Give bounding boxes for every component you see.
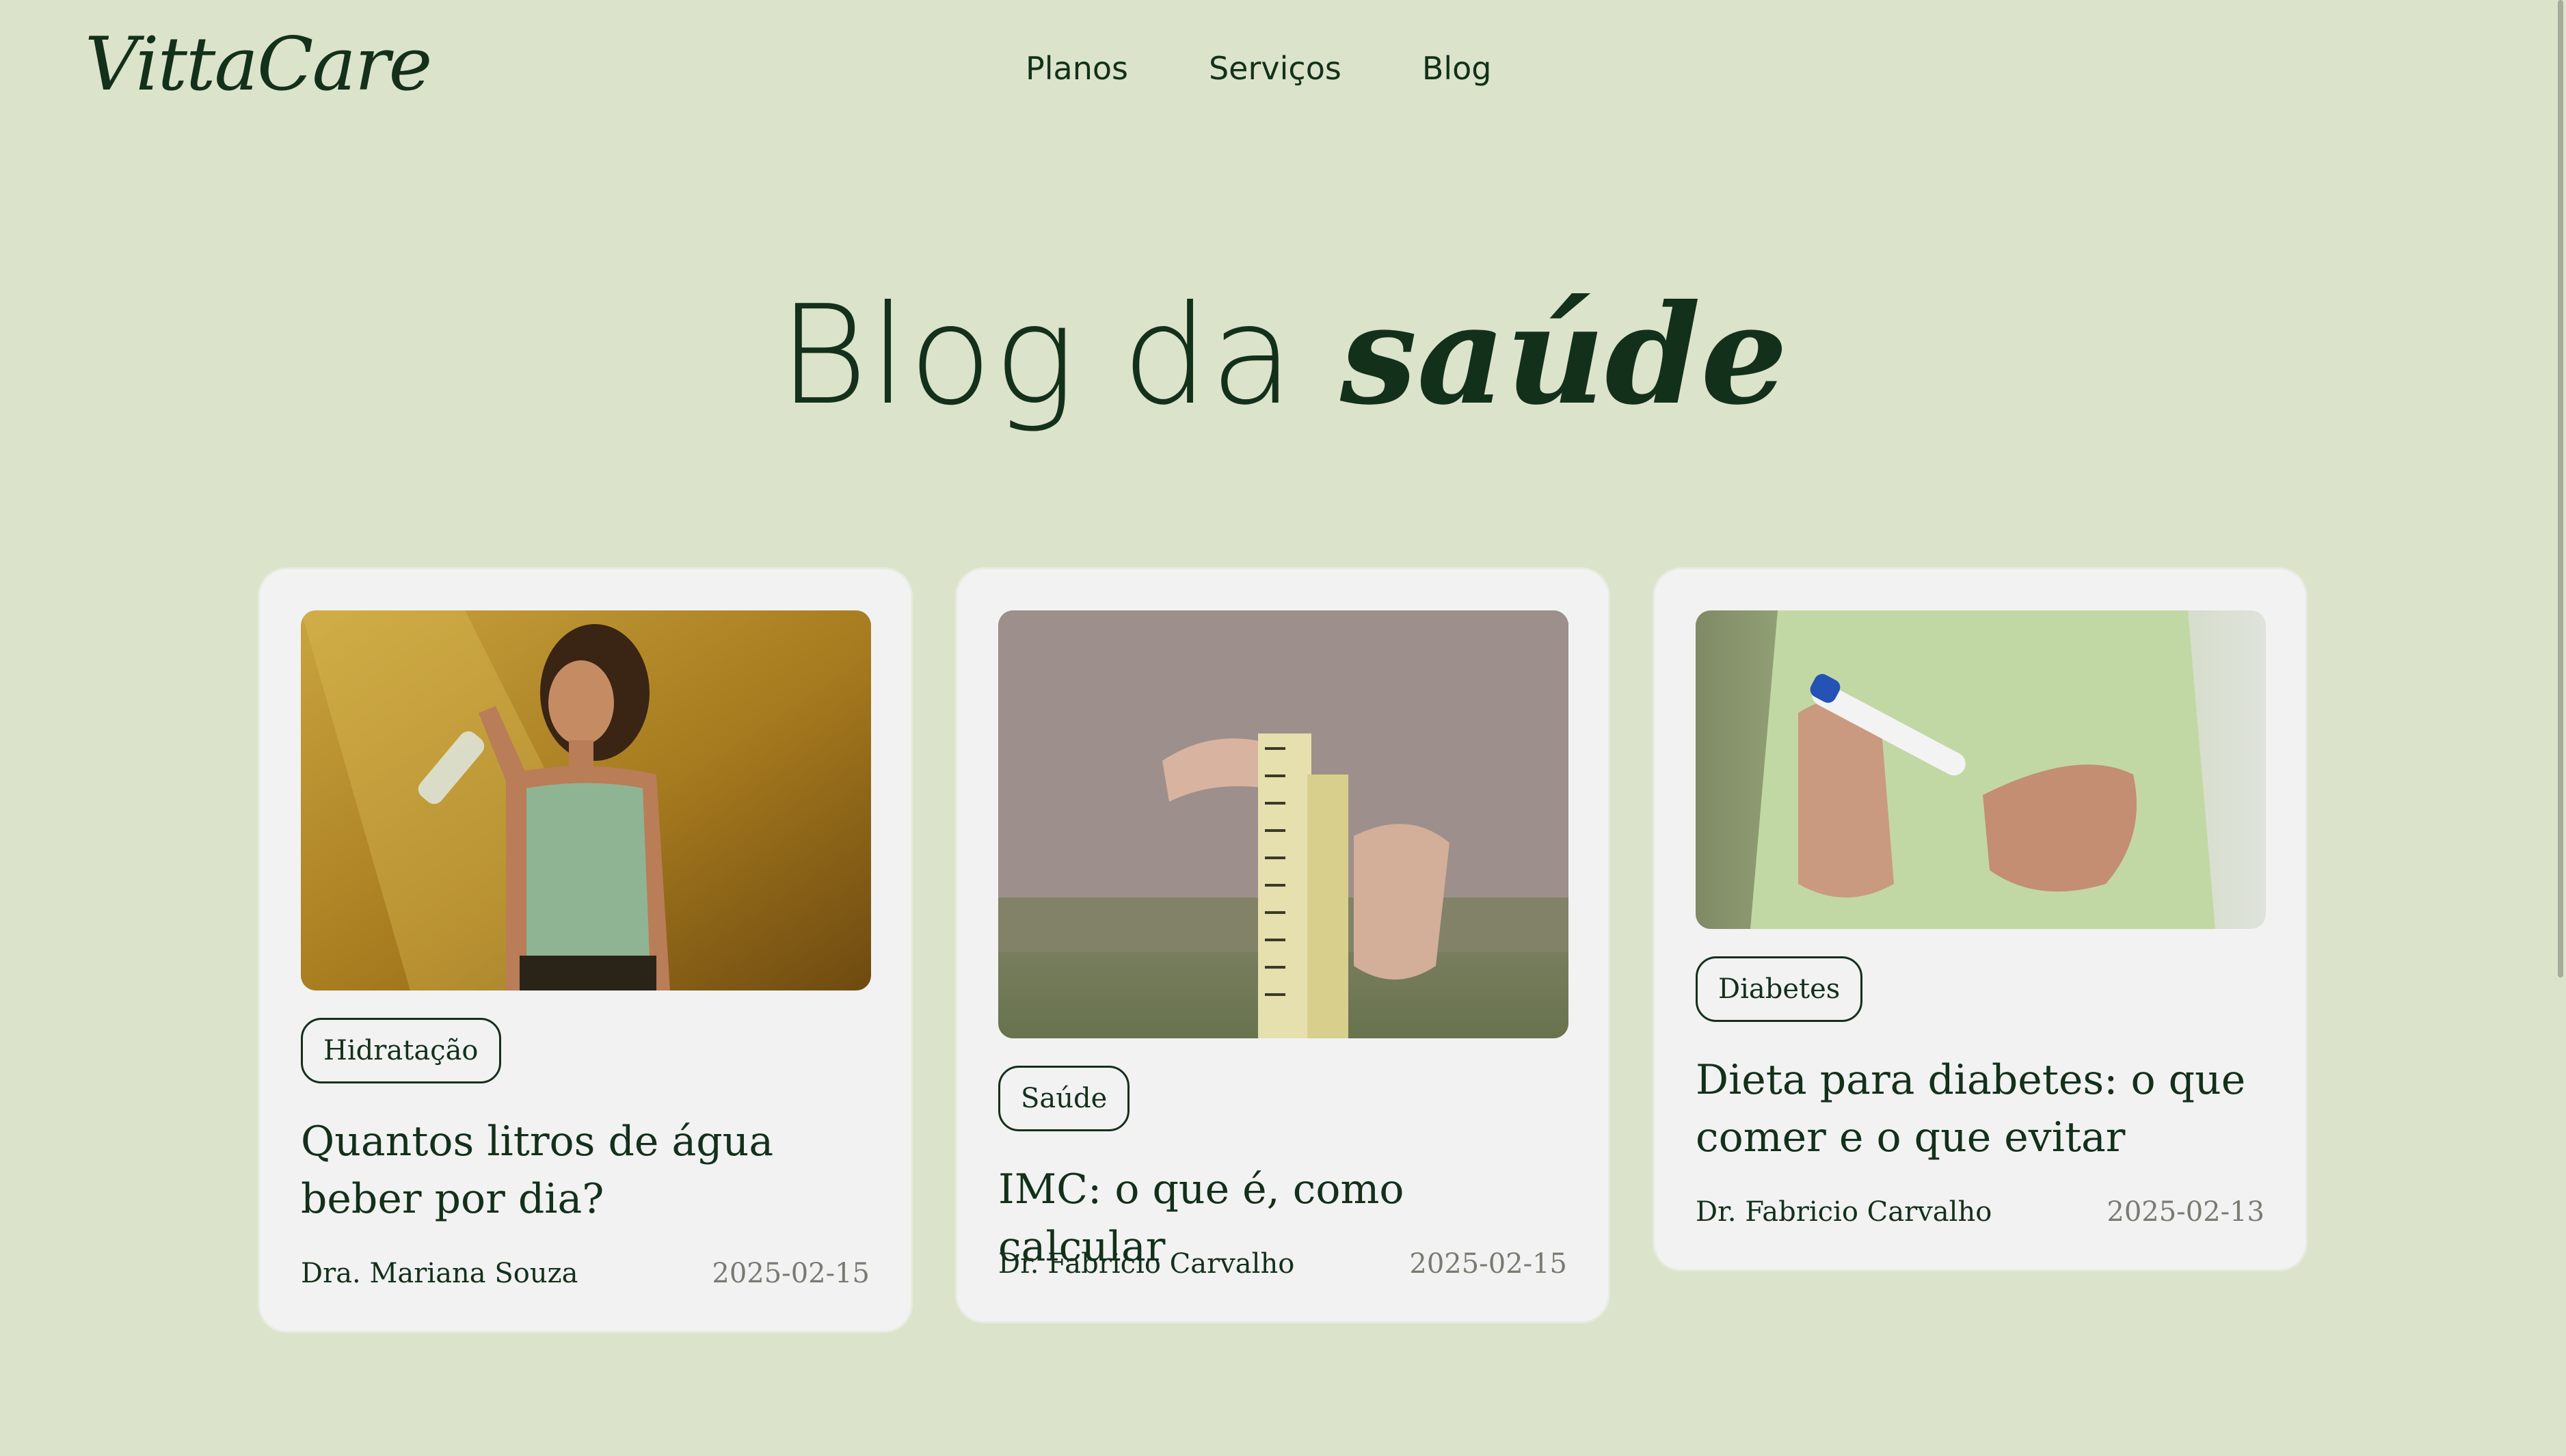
page-title-emphasis: saúde: [1339, 275, 1788, 435]
main-nav: Planos Serviços Blog: [1026, 41, 1552, 96]
post-title[interactable]: Quantos litros de água beber por dia?: [301, 1113, 861, 1228]
page-title: Blog da saúde: [0, 273, 2566, 438]
logo[interactable]: VittaCare: [85, 21, 432, 109]
post-author: Dr. Fabricio Carvalho: [998, 1248, 1295, 1280]
glucose-lancet-photo[interactable]: [1696, 610, 2266, 929]
post-tag[interactable]: Diabetes: [1696, 956, 1863, 1022]
nav-link-planos[interactable]: Planos: [1026, 50, 1128, 87]
post-author: Dra. Mariana Souza: [301, 1258, 578, 1289]
post-date: 2025-02-15: [712, 1258, 870, 1289]
measuring-tape-photo[interactable]: [998, 610, 1568, 1038]
post-title[interactable]: Dieta para diabetes: o que comer e o que…: [1696, 1051, 2256, 1166]
blog-post-card[interactable]: Diabetes Dieta para diabetes: o que come…: [1653, 567, 2308, 1271]
nav-link-servicos[interactable]: Serviços: [1209, 50, 1341, 87]
site-header: VittaCare Planos Serviços Blog: [0, 0, 2566, 137]
post-author: Dr. Fabricio Carvalho: [1696, 1196, 1992, 1228]
post-date: 2025-02-15: [1409, 1248, 1567, 1280]
woman-drinking-water-photo[interactable]: [301, 610, 871, 990]
post-tag[interactable]: Hidratação: [301, 1018, 501, 1083]
page-title-light: Blog da: [778, 276, 1340, 435]
scrollbar[interactable]: [2558, 0, 2563, 978]
nav-link-blog[interactable]: Blog: [1422, 50, 1492, 87]
blog-post-card[interactable]: Hidratação Quantos litros de água beber …: [258, 567, 913, 1333]
post-tag[interactable]: Saúde: [998, 1066, 1130, 1131]
blog-post-card[interactable]: Saúde IMC: o que é, como calcular Dr. Fa…: [955, 567, 1610, 1323]
post-date: 2025-02-13: [2107, 1196, 2264, 1228]
